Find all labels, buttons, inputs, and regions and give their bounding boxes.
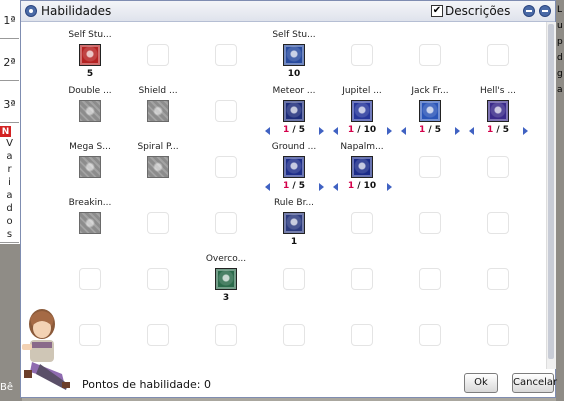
empty-skill-slot [79,324,101,346]
skill-level-max: 5 [434,125,442,135]
skill-level-selector: 1 / 5 [264,181,324,191]
skill-name: Rule Br... [273,198,315,208]
character-sprite [22,309,70,390]
angel-icon[interactable] [283,212,305,234]
empty-skill-slot [419,324,441,346]
empty-skill-slot [79,268,101,290]
close-icon[interactable] [539,5,551,17]
empty-skill-slot [419,44,441,66]
empty-skill-slot [351,44,373,66]
empty-skill-slot [487,156,509,178]
magician-portrait-icon[interactable] [283,44,305,66]
window-title: Habilidades [41,4,112,18]
double-cast-icon[interactable] [79,100,101,122]
empty-skill-slot [147,324,169,346]
skill-level-max: 5 [502,125,510,135]
descriptions-checkbox[interactable]: ✔ [431,5,443,17]
skill-level-max: 5 [298,125,306,135]
empty-skill-slot [487,44,509,66]
empty-skill-slot [283,268,305,290]
empty-skill-slot [215,212,237,234]
tab-various[interactable]: N Variados [0,124,19,243]
background-right-text: Lupdga [557,5,563,95]
shield-icon[interactable] [147,100,169,122]
empty-skill-slot [351,268,373,290]
skill-name: Self Stu... [272,30,316,40]
skills-window: Habilidades ✔ Descrições Self Stu... 5 Sel… [20,0,557,398]
ok-button[interactable]: Ok [464,373,498,393]
meteor-storm-icon[interactable] [283,100,305,122]
skill-name: Breakin... [68,198,112,208]
overcome-icon[interactable] [215,268,237,290]
level-separator: / [425,125,435,135]
empty-skill-slot [419,156,441,178]
frost-icon[interactable] [419,100,441,122]
empty-skill-slot [283,324,305,346]
skill-level: 5 [86,69,94,79]
empty-skill-slot [487,324,509,346]
lightning-icon[interactable] [351,100,373,122]
skill-level-selector: 1 / 5 [400,125,460,135]
empty-skill-slot [419,268,441,290]
stone-icon[interactable] [79,156,101,178]
skill-level-max: 10 [363,181,377,191]
skill-name: Spiral P... [137,142,179,152]
skill-name: Napalm... [340,142,384,152]
magician-portrait-icon[interactable] [79,44,101,66]
tab-second-class[interactable]: 2ª [0,50,19,81]
scrollbar[interactable] [546,22,556,369]
fire-pillar-icon[interactable] [487,100,509,122]
cancel-button[interactable]: Cancelar [512,373,557,393]
level-separator: / [493,125,503,135]
footer: Pontos de habilidade: 0 Ok Cancelar [21,369,557,397]
skill-level: 10 [287,69,301,79]
title-bar[interactable]: Habilidades ✔ Descrições [21,1,555,22]
empty-skill-slot [215,44,237,66]
skill-level: 3 [222,293,230,303]
minimize-icon[interactable] [523,5,535,17]
empty-skill-slot [147,212,169,234]
skill-level-max: 10 [363,125,377,135]
napalm-icon[interactable] [351,156,373,178]
level-separator: / [289,181,299,191]
level-separator: / [354,181,364,191]
tab-first-class[interactable]: 1ª [0,8,19,39]
empty-skill-slot [487,268,509,290]
skill-points: Pontos de habilidade: 0 [82,378,211,391]
empty-skill-slot [351,212,373,234]
skill-level-selector: 1 / 5 [468,125,528,135]
empty-skill-slot [487,212,509,234]
skill-name: Shield ... [138,86,178,96]
empty-skill-slot [419,212,441,234]
skill-level-selector: 1 / 10 [332,125,392,135]
scrollbar-thumb[interactable] [548,24,554,359]
empty-skill-slot [215,100,237,122]
empty-skill-slot [351,324,373,346]
new-badge: N [0,126,11,137]
level-separator: / [289,125,299,135]
breaking-icon[interactable] [79,212,101,234]
tab-various-label: Variados [6,138,13,240]
descriptions-label: Descrições [445,4,511,18]
empty-skill-slot [147,44,169,66]
empty-skill-slot [215,156,237,178]
level-separator: / [354,125,364,135]
skill-name: Hell's ... [480,86,516,96]
skill-class-tabs: 1ª 2ª 3ª N Variados [0,0,21,244]
empty-skill-slot [147,268,169,290]
skill-level-selector: 1 / 5 [264,125,324,135]
hexagram-icon[interactable] [283,156,305,178]
window-menu-icon[interactable] [25,5,37,17]
tab-third-class[interactable]: 3ª [0,92,19,123]
skill-name: Self Stu... [68,30,112,40]
skill-level-max: 5 [298,181,306,191]
skill-level: 1 [290,237,298,247]
spiral-icon[interactable] [147,156,169,178]
empty-skill-slot [215,324,237,346]
skill-name: Overco... [205,254,247,264]
skill-level-selector: 1 / 10 [332,181,392,191]
